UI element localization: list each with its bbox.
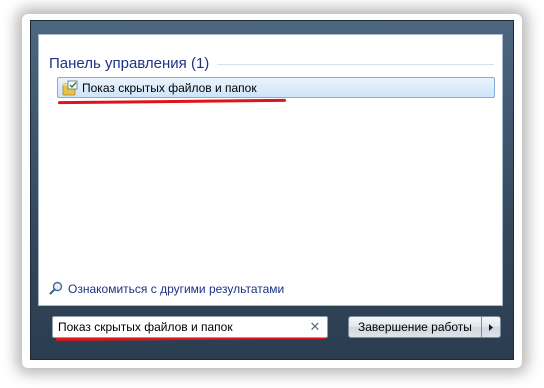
see-more-label: Ознакомиться с другими результатами — [68, 281, 285, 296]
see-more-results-link[interactable]: Ознакомиться с другими результатами — [49, 281, 284, 296]
shutdown-button-group: Завершение работы — [348, 316, 501, 338]
group-divider — [217, 64, 494, 65]
results-group-title: Панель управления (1) — [49, 54, 210, 72]
screenshot-stage: Панель управления (1) Показ скрытых файл… — [0, 0, 544, 388]
folder-options-icon — [62, 80, 78, 96]
result-item-label: Показ скрытых файлов и папок — [82, 80, 257, 95]
search-box[interactable]: ✕ — [52, 316, 328, 338]
search-icon — [49, 281, 64, 296]
chevron-right-icon — [488, 323, 493, 331]
result-item-hidden-files[interactable]: Показ скрытых файлов и папок — [57, 77, 495, 98]
results-group-header: Панель управления (1) — [49, 53, 494, 73]
search-input[interactable] — [53, 318, 306, 336]
search-results-panel: Панель управления (1) Показ скрытых файл… — [38, 34, 503, 306]
shutdown-button[interactable]: Завершение работы — [348, 316, 481, 338]
clear-search-icon[interactable]: ✕ — [306, 318, 324, 336]
shutdown-options-button[interactable] — [480, 316, 501, 338]
